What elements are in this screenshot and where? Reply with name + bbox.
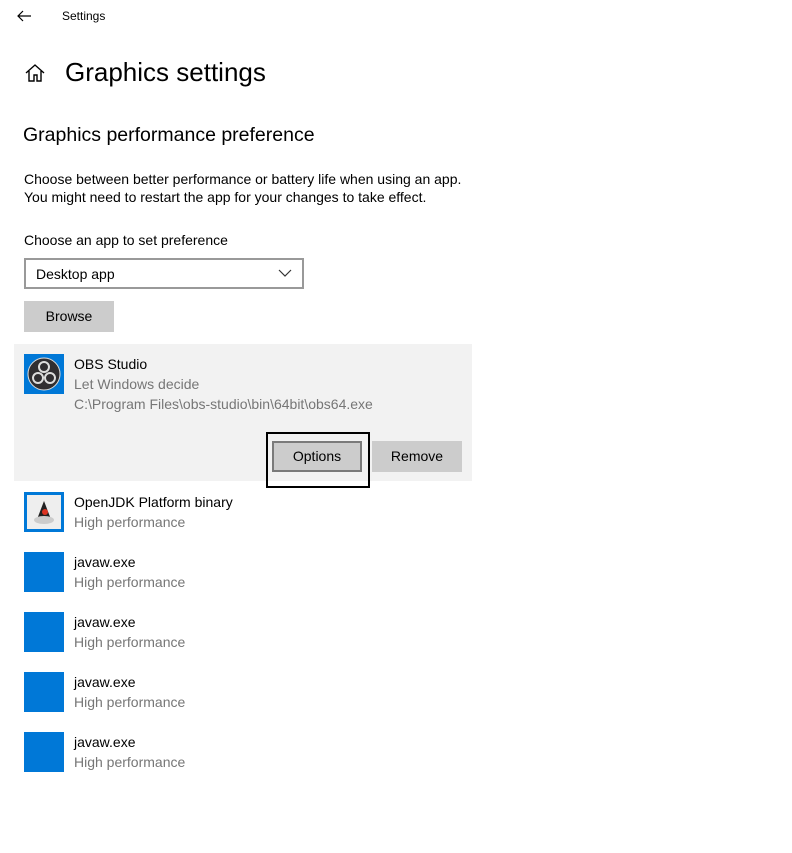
- app-status: Let Windows decide: [74, 376, 200, 392]
- app-status: High performance: [74, 754, 186, 770]
- chevron-down-icon: [278, 266, 292, 280]
- description-line-2: You might need to restart the app for yo…: [24, 189, 427, 205]
- app-icon: [24, 612, 64, 652]
- back-arrow-icon[interactable]: [16, 6, 34, 26]
- app-status: High performance: [74, 634, 186, 650]
- app-type-dropdown[interactable]: Desktop app: [24, 258, 304, 289]
- app-icon: [24, 672, 64, 712]
- remove-button[interactable]: Remove: [372, 441, 462, 472]
- app-status: High performance: [74, 514, 186, 530]
- window-title: Settings: [62, 9, 106, 23]
- page-title: Graphics settings: [65, 57, 266, 87]
- app-status: High performance: [74, 574, 186, 590]
- browse-button[interactable]: Browse: [24, 301, 114, 332]
- home-icon[interactable]: [24, 62, 46, 84]
- app-name: javaw.exe: [74, 734, 136, 750]
- app-name: OpenJDK Platform binary: [74, 494, 233, 510]
- description-line-1: Choose between better performance or bat…: [24, 171, 462, 187]
- obs-studio-icon: [24, 354, 64, 394]
- app-name: javaw.exe: [74, 674, 136, 690]
- app-name: OBS Studio: [74, 356, 148, 372]
- app-name: javaw.exe: [74, 554, 136, 570]
- options-button[interactable]: Options: [272, 441, 362, 472]
- app-icon: [24, 732, 64, 772]
- app-path: C:\Program Files\obs-studio\bin\64bit\ob…: [74, 396, 373, 412]
- app-name: javaw.exe: [74, 614, 136, 630]
- section-heading: Graphics performance preference: [23, 124, 315, 146]
- app-icon: [24, 552, 64, 592]
- dropdown-value: Desktop app: [36, 266, 115, 282]
- openjdk-icon: [24, 492, 64, 532]
- app-status: High performance: [74, 694, 186, 710]
- choose-app-label: Choose an app to set preference: [24, 232, 228, 248]
